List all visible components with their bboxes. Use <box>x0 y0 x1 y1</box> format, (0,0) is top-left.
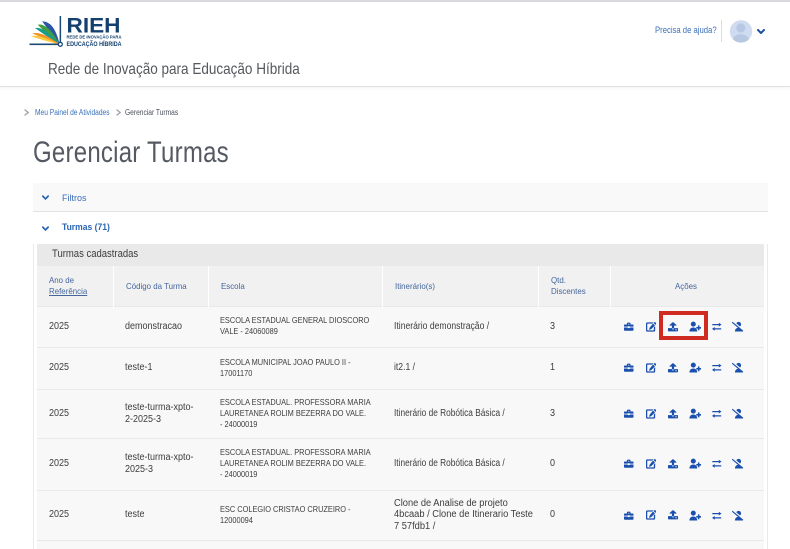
svg-text:REDE DE INOVAÇÃO PARA: REDE DE INOVAÇÃO PARA <box>67 35 123 40</box>
svg-text:EDUCAÇÃO HÍBRIDA: EDUCAÇÃO HÍBRIDA <box>67 39 122 48</box>
